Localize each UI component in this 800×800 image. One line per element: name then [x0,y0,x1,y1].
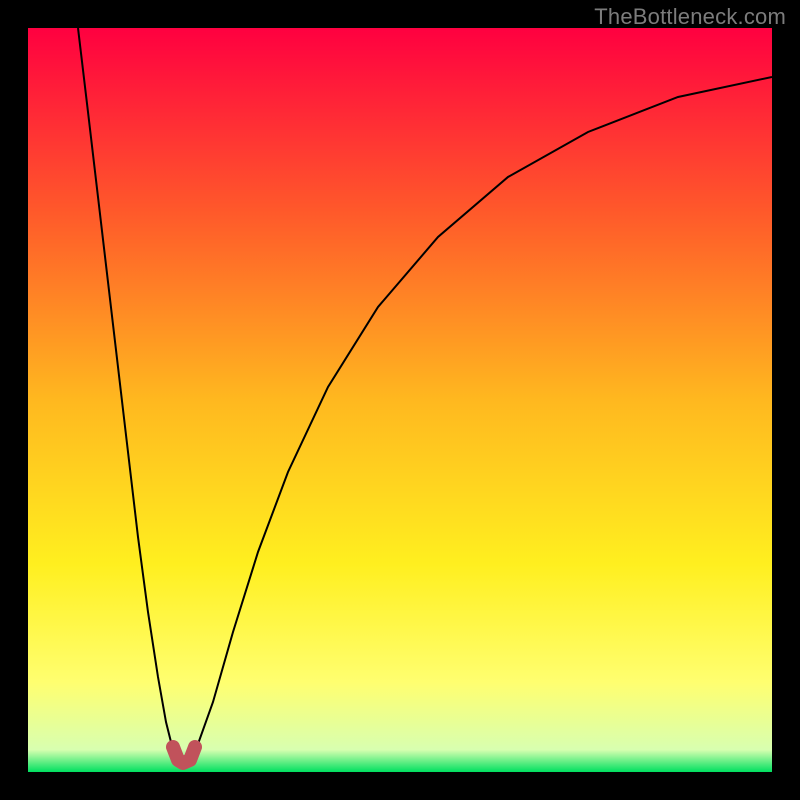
plot-area [28,28,772,772]
chart-frame: TheBottleneck.com [0,0,800,800]
watermark-text: TheBottleneck.com [594,4,786,30]
bottleneck-curve [28,28,772,772]
